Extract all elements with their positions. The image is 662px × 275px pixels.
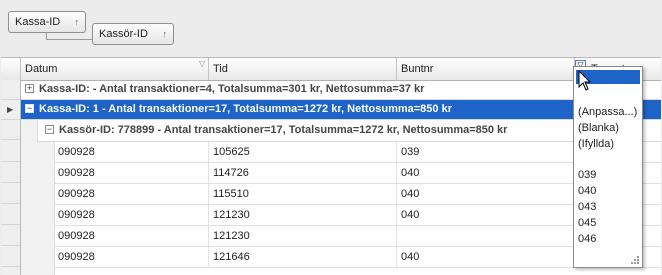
- table-row[interactable]: 090928 105625 039: [54, 142, 661, 163]
- row-indicator[interactable]: [1, 246, 20, 267]
- cell-buntnr[interactable]: 040: [397, 184, 575, 204]
- cell-buntnr[interactable]: [397, 226, 575, 246]
- mouse-cursor-icon: [578, 70, 592, 91]
- row-indicator[interactable]: [1, 204, 20, 225]
- row-indicator[interactable]: [1, 225, 20, 246]
- cell-datum[interactable]: 090928: [54, 247, 209, 267]
- filter-option-value[interactable]: 045: [578, 216, 596, 230]
- group-chip-label: Kassör-ID: [99, 28, 148, 40]
- sort-ascending-icon: ↑: [74, 17, 80, 27]
- cell-tid[interactable]: 121230: [209, 205, 397, 225]
- cell-tid[interactable]: 115510: [209, 184, 397, 204]
- row-indicator[interactable]: [1, 120, 20, 140]
- collapse-icon[interactable]: −: [45, 125, 54, 134]
- column-header-row: Datum ▽ Tid Buntnr ▽ Trans.typ: [1, 58, 661, 81]
- cell-buntnr[interactable]: 040: [397, 247, 575, 267]
- row-indicator[interactable]: [1, 183, 20, 204]
- row-indicator-header: [1, 58, 21, 80]
- group-indent: [21, 120, 38, 275]
- resize-grip-icon[interactable]: [630, 255, 640, 265]
- filter-option-value[interactable]: 043: [578, 200, 596, 214]
- table-row[interactable]: 090928 121646 040: [54, 247, 661, 268]
- cell-buntnr[interactable]: 040: [397, 205, 575, 225]
- cell-datum[interactable]: 090928: [54, 163, 209, 183]
- cell-tid[interactable]: 105625: [209, 142, 397, 162]
- table-row[interactable]: 090928 121230: [54, 226, 661, 247]
- column-header-datum[interactable]: Datum: [21, 58, 209, 80]
- row-indicator-column: ▶: [1, 80, 21, 275]
- row-indicator[interactable]: [1, 140, 20, 162]
- filter-option-custom[interactable]: (Anpassa...): [578, 105, 637, 119]
- filter-option-value[interactable]: 040: [578, 184, 596, 198]
- group-row-kassor[interactable]: − Kassör-ID: 778899 - Antal transaktione…: [37, 120, 661, 142]
- cell-tid[interactable]: 121646: [209, 247, 397, 267]
- cell-buntnr[interactable]: 040: [397, 163, 575, 183]
- column-filter-dropdown: (Anpassa...) (Blanka) (Ifyllda) 039 040 …: [573, 66, 643, 268]
- group-summary: Kassör-ID: 778899 - Antal transaktioner=…: [59, 124, 508, 136]
- filter-option-value[interactable]: 039: [578, 168, 596, 182]
- group-row-kassa[interactable]: + Kassa-ID: - Antal transaktioner=4, Tot…: [21, 80, 661, 100]
- cell-datum[interactable]: 090928: [54, 205, 209, 225]
- cell-tid[interactable]: 114726: [209, 163, 397, 183]
- expand-icon[interactable]: +: [25, 84, 34, 93]
- row-indicator[interactable]: [1, 80, 20, 100]
- filter-option-value[interactable]: 046: [578, 232, 596, 246]
- group-chip-kassa-id[interactable]: Kassa-ID ↑: [8, 11, 86, 33]
- group-summary: Kassa-ID: 1 - Antal transaktioner=17, To…: [39, 103, 452, 115]
- row-indicator-current[interactable]: ▶: [1, 100, 20, 120]
- column-header-label: Buntnr: [401, 63, 434, 75]
- collapse-icon[interactable]: −: [25, 104, 34, 113]
- column-header-label: Tid: [213, 63, 228, 75]
- group-indent: [37, 142, 55, 275]
- cell-buntnr[interactable]: 039: [397, 142, 575, 162]
- filter-option-blanks[interactable]: (Blanka): [578, 121, 619, 135]
- filter-icon[interactable]: ▽: [199, 60, 207, 68]
- table-row[interactable]: 090928 121230 040: [54, 205, 661, 226]
- data-grid: Datum ▽ Tid Buntnr ▽ Trans.typ ▶ + Kassa…: [1, 57, 661, 275]
- sort-ascending-icon: ↑: [162, 29, 168, 39]
- column-header-tid[interactable]: Tid: [209, 58, 397, 80]
- group-row-kassa-selected[interactable]: − Kassa-ID: 1 - Antal transaktioner=17, …: [21, 100, 661, 120]
- group-connector: [46, 33, 93, 40]
- filter-option-nonblanks[interactable]: (Ifyllda): [578, 137, 614, 151]
- cell-datum[interactable]: 090928: [54, 142, 209, 162]
- cell-tid[interactable]: 121230: [209, 226, 397, 246]
- table-row[interactable]: 090928 114726 040: [54, 163, 661, 184]
- current-row-arrow-icon: ▶: [7, 105, 14, 114]
- column-header-buntnr[interactable]: Buntnr: [397, 58, 575, 80]
- table-row[interactable]: 090928 115510 040: [54, 184, 661, 205]
- group-summary: Kassa-ID: - Antal transaktioner=4, Total…: [39, 83, 425, 95]
- cell-datum[interactable]: 090928: [54, 184, 209, 204]
- column-header-label: Datum: [25, 63, 58, 75]
- group-chip-label: Kassa-ID: [15, 16, 61, 28]
- cell-datum[interactable]: 090928: [54, 226, 209, 246]
- group-chip-kassor-id[interactable]: Kassör-ID ↑: [92, 23, 174, 45]
- row-indicator[interactable]: [1, 162, 20, 183]
- group-by-panel: Kassa-ID ↑ Kassör-ID ↑: [0, 0, 662, 56]
